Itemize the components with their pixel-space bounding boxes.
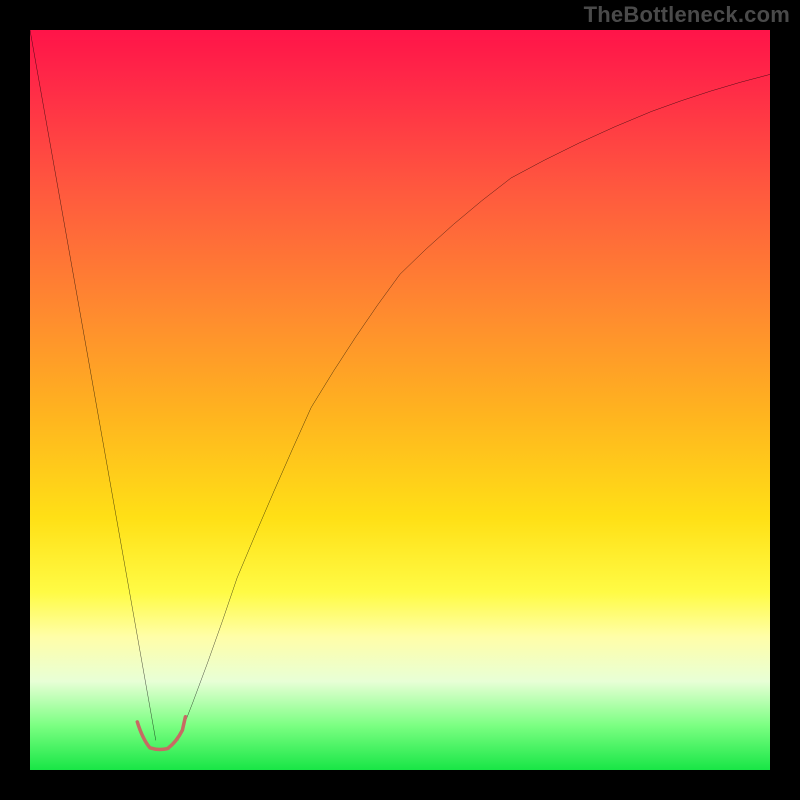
curve-right-arm <box>178 74 770 740</box>
curve-left-arm <box>30 30 156 740</box>
bottom-hook-marker <box>137 717 185 750</box>
watermark-text: TheBottleneck.com <box>584 2 790 28</box>
curve-layer <box>30 30 770 770</box>
plot-area <box>30 30 770 770</box>
chart-frame: TheBottleneck.com <box>0 0 800 800</box>
